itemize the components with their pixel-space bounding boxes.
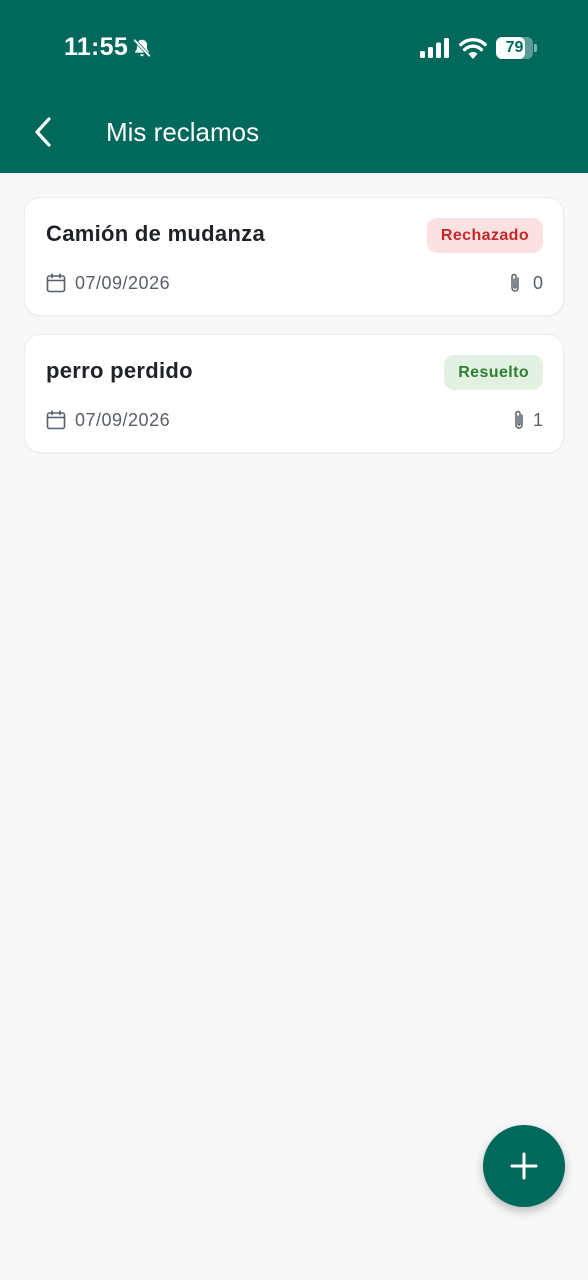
plus-icon xyxy=(510,1152,538,1180)
wifi-icon xyxy=(459,37,487,59)
signal-icon xyxy=(420,38,449,58)
calendar-icon xyxy=(46,273,66,293)
paperclip-icon xyxy=(511,273,519,292)
claim-card[interactable]: perro perdido Resuelto 07/09/2026 1 xyxy=(24,334,564,453)
status-badge: Resuelto xyxy=(444,355,543,390)
back-button[interactable] xyxy=(22,110,66,154)
claim-title: perro perdido xyxy=(46,358,193,383)
claim-date: 07/09/2026 xyxy=(75,273,171,293)
claim-date: 07/09/2026 xyxy=(75,410,171,430)
battery-icon: 79 xyxy=(496,37,538,59)
claim-card[interactable]: Camión de mudanza Rechazado 07/09/2026 0 xyxy=(24,197,564,316)
bell-muted-icon xyxy=(133,38,151,58)
status-badge: Rechazado xyxy=(426,218,543,253)
calendar-icon xyxy=(46,410,66,430)
battery-nub xyxy=(534,44,537,52)
add-claim-button[interactable] xyxy=(483,1125,565,1207)
status-bar: 11:55 79 xyxy=(0,0,588,96)
app-header: 11:55 79 Mis reclamos xyxy=(0,0,588,173)
battery-level: 79 xyxy=(505,39,524,56)
paperclip-icon xyxy=(515,410,523,429)
battery-body: 79 xyxy=(496,37,533,59)
page-title: Mis reclamos xyxy=(106,117,260,147)
attachment-count: 0 xyxy=(532,273,543,293)
status-time: 11:55 xyxy=(64,33,129,61)
chevron-left-icon xyxy=(35,117,51,147)
claim-title: Camión de mudanza xyxy=(46,221,266,246)
attachment-count: 1 xyxy=(532,410,543,430)
